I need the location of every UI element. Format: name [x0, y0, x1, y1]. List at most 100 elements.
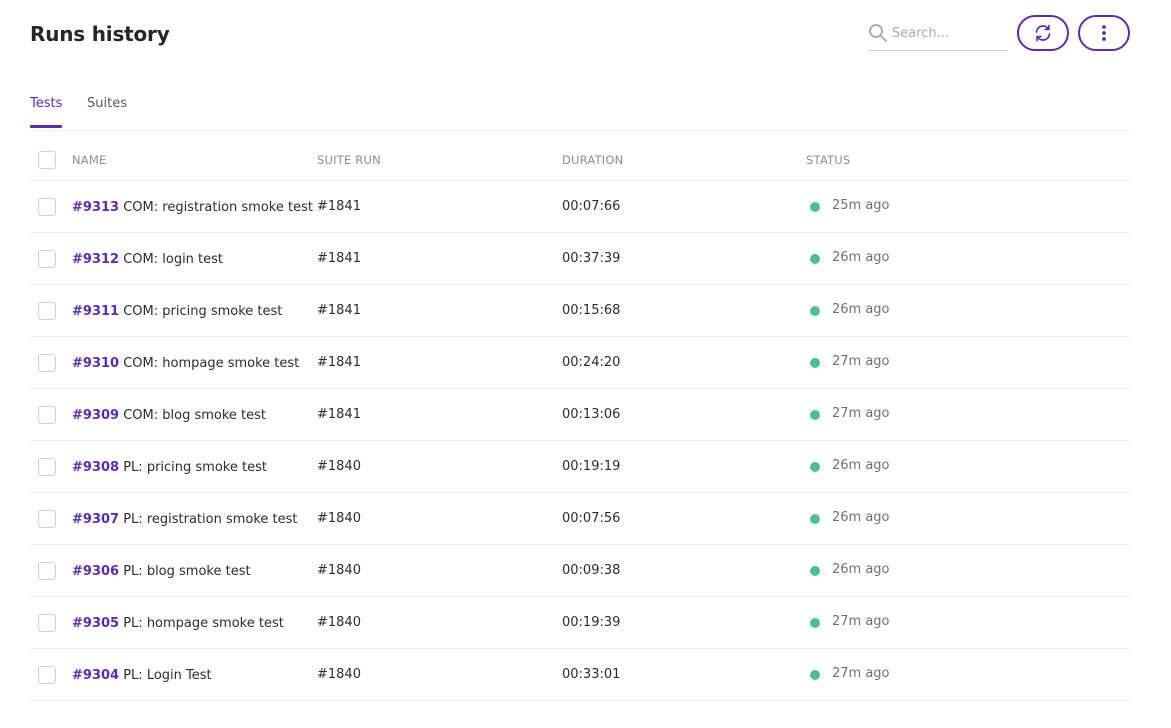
- tab-suites[interactable]: Suites: [87, 96, 127, 111]
- run-name-cell: #9308 PL: pricing smoke test: [72, 460, 267, 475]
- run-id-link[interactable]: #9311: [72, 304, 119, 319]
- run-id-link[interactable]: #9309: [72, 408, 119, 423]
- column-header-duration[interactable]: DURATION: [562, 153, 623, 167]
- status-success-icon: [810, 462, 820, 472]
- run-name: COM: login test: [123, 252, 224, 267]
- suite-run-cell: #1840: [317, 511, 361, 526]
- run-id-link[interactable]: #9312: [72, 252, 119, 267]
- status-time-ago: 27m ago: [832, 406, 890, 421]
- duration-cell: 00:24:20: [562, 355, 621, 370]
- duration-cell: 00:07:56: [562, 511, 621, 526]
- suite-run-cell: #1841: [317, 251, 361, 266]
- duration-cell: 00:19:39: [562, 615, 621, 630]
- row-checkbox[interactable]: [38, 562, 56, 580]
- duration-cell: 00:07:66: [562, 199, 621, 214]
- column-header-status[interactable]: STATUS: [806, 153, 850, 167]
- duration-cell: 00:33:01: [562, 667, 621, 682]
- run-name: COM: pricing smoke test: [123, 304, 283, 319]
- status-success-icon: [810, 410, 820, 420]
- run-name-cell: #9304 PL: Login Test: [72, 668, 212, 683]
- run-name-cell: #9312 COM: login test: [72, 252, 223, 267]
- run-name: PL: registration smoke test: [123, 512, 298, 527]
- row-checkbox[interactable]: [38, 406, 56, 424]
- search-icon: [869, 24, 887, 42]
- refresh-icon: [1035, 24, 1051, 42]
- suite-run-cell: #1841: [317, 199, 361, 214]
- column-header-name[interactable]: NAME: [72, 153, 106, 167]
- run-name: COM: blog smoke test: [123, 408, 267, 423]
- suite-run-cell: #1841: [317, 407, 361, 422]
- table-row[interactable]: #9308 PL: pricing smoke test #1840 00:19:1…: [30, 441, 1130, 493]
- column-header-suite-run[interactable]: SUITE RUN: [317, 153, 381, 167]
- status-success-icon: [810, 358, 820, 368]
- status-time-ago: 26m ago: [832, 458, 890, 473]
- table-row[interactable]: #9304 PL: Login Test #1840 00:33:01 27m ago: [30, 649, 1130, 701]
- row-checkbox[interactable]: [38, 614, 56, 632]
- row-checkbox[interactable]: [38, 510, 56, 528]
- run-name-cell: #9313 COM: registration smoke test: [72, 200, 313, 215]
- duration-cell: 00:15:68: [562, 303, 621, 318]
- row-checkbox[interactable]: [38, 302, 56, 320]
- duration-cell: 00:13:06: [562, 407, 621, 422]
- runs-table: NAME SUITE RUN DURATION STATUS #9313 COM…: [30, 131, 1130, 701]
- duration-cell: 00:19:19: [562, 459, 621, 474]
- table-header-row: NAME SUITE RUN DURATION STATUS: [30, 131, 1130, 181]
- status-time-ago: 26m ago: [832, 562, 890, 577]
- status-success-icon: [810, 306, 820, 316]
- suite-run-cell: #1840: [317, 667, 361, 682]
- run-name: PL: blog smoke test: [123, 564, 251, 579]
- table-row[interactable]: #9306 PL: blog smoke test #1840 00:09:38 26…: [30, 545, 1130, 597]
- row-checkbox[interactable]: [38, 666, 56, 684]
- suite-run-cell: #1840: [317, 563, 361, 578]
- row-checkbox[interactable]: [38, 354, 56, 372]
- run-id-link[interactable]: #9308: [72, 460, 119, 475]
- run-id-link[interactable]: #9306: [72, 564, 119, 579]
- table-row[interactable]: #9310 COM: hompage smoke test #1841 00:24:…: [30, 337, 1130, 389]
- status-time-ago: 27m ago: [832, 354, 890, 369]
- status-time-ago: 27m ago: [832, 666, 890, 681]
- run-name: PL: hompage smoke test: [123, 616, 284, 631]
- status-success-icon: [810, 618, 820, 628]
- run-id-link[interactable]: #9307: [72, 512, 119, 527]
- row-checkbox[interactable]: [38, 458, 56, 476]
- run-id-link[interactable]: #9310: [72, 356, 119, 371]
- tab-bar: Tests Suites: [30, 90, 1130, 131]
- run-name: COM: registration smoke test: [123, 200, 313, 215]
- run-name-cell: #9311 COM: pricing smoke test: [72, 304, 282, 319]
- table-row[interactable]: #9312 COM: login test #1841 00:37:39 26m ag…: [30, 233, 1130, 285]
- run-id-link[interactable]: #9304: [72, 668, 119, 683]
- run-name-cell: #9310 COM: hompage smoke test: [72, 356, 299, 371]
- run-name: PL: Login Test: [123, 668, 212, 683]
- row-checkbox[interactable]: [38, 198, 56, 216]
- duration-cell: 00:09:38: [562, 563, 621, 578]
- status-time-ago: 26m ago: [832, 250, 890, 265]
- suite-run-cell: #1841: [317, 303, 361, 318]
- more-options-button[interactable]: [1078, 15, 1130, 51]
- row-checkbox[interactable]: [38, 250, 56, 268]
- run-name-cell: #9309 COM: blog smoke test: [72, 408, 266, 423]
- select-all-checkbox[interactable]: [38, 151, 56, 169]
- run-id-link[interactable]: #9313: [72, 200, 119, 215]
- status-success-icon: [810, 254, 820, 264]
- table-row[interactable]: #9309 COM: blog smoke test #1841 00:13:06 2…: [30, 389, 1130, 441]
- refresh-button[interactable]: [1017, 15, 1069, 51]
- suite-run-cell: #1841: [317, 355, 361, 370]
- run-name-cell: #9305 PL: hompage smoke test: [72, 616, 284, 631]
- status-success-icon: [810, 514, 820, 524]
- more-vertical-icon: [1102, 25, 1106, 41]
- run-name-cell: #9307 PL: registration smoke test: [72, 512, 298, 527]
- run-name: COM: hompage smoke test: [123, 356, 300, 371]
- table-row[interactable]: #9305 PL: hompage smoke test #1840 00:19:3…: [30, 597, 1130, 649]
- status-time-ago: 26m ago: [832, 510, 890, 525]
- tab-tests[interactable]: Tests: [30, 96, 63, 128]
- run-name-cell: #9306 PL: blog smoke test: [72, 564, 251, 579]
- suite-run-cell: #1840: [317, 459, 361, 474]
- table-row[interactable]: #9307 PL: registration smoke test #1840 00…: [30, 493, 1130, 545]
- status-time-ago: 25m ago: [832, 198, 890, 213]
- run-id-link[interactable]: #9305: [72, 616, 119, 631]
- table-row[interactable]: #9311 COM: pricing smoke test #1841 00:15:…: [30, 285, 1130, 337]
- search-input[interactable]: [892, 22, 1004, 44]
- table-row[interactable]: #9313 COM: registration smoke test #1841 0…: [30, 181, 1130, 233]
- status-success-icon: [810, 202, 820, 212]
- search-box[interactable]: [868, 18, 1008, 51]
